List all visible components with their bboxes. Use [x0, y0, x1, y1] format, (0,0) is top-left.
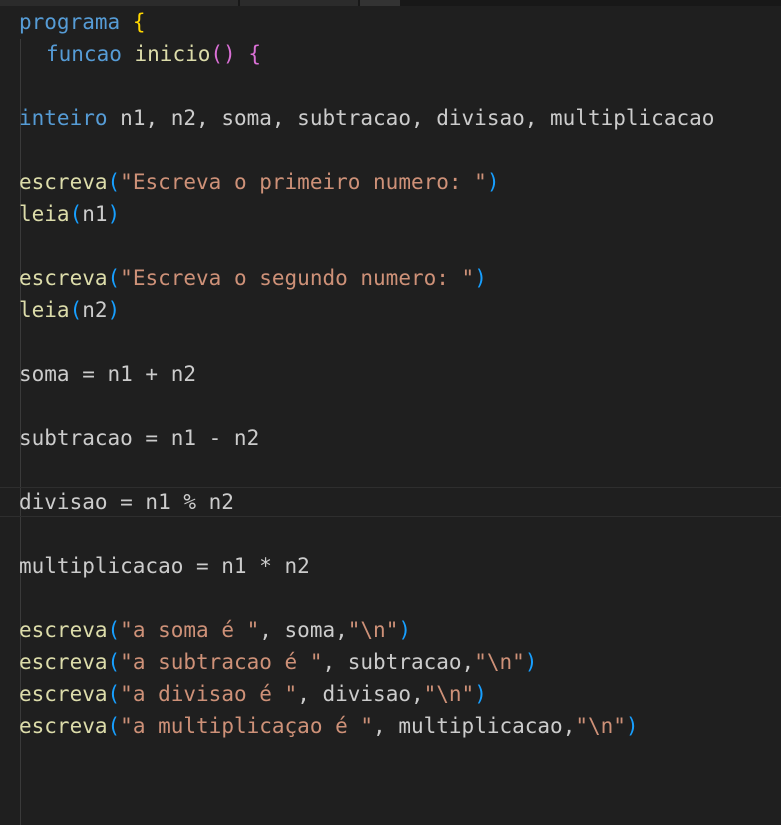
paren-close: ) — [524, 650, 538, 674]
code-line-1: programa { — [19, 6, 781, 38]
function-call: escreva — [19, 170, 108, 194]
paren-open: ( — [69, 298, 83, 322]
brace-open: { — [132, 10, 146, 34]
code-line-20: escreva("a soma é ", soma,"\n") — [19, 614, 781, 646]
code-line-4: inteiro n1, n2, soma, subtracao, divisao… — [19, 102, 781, 134]
string-literal: "a subtracao é " — [120, 650, 323, 674]
keyword-inteiro: inteiro — [19, 106, 108, 130]
string-literal: "\n" — [347, 618, 399, 642]
argument: , multiplicacao, — [373, 714, 576, 738]
function-call: escreva — [19, 618, 108, 642]
statement: multiplicacao = n1 * n2 — [19, 554, 310, 578]
paren-close: ) — [398, 618, 411, 642]
statement: soma = n1 + n2 — [19, 362, 197, 386]
code-line-2: funcao inicio() { — [19, 38, 781, 70]
paren-close: ) — [223, 42, 236, 66]
keyword-funcao: funcao — [46, 42, 122, 66]
paren-open: ( — [107, 618, 121, 642]
paren-open: ( — [69, 202, 83, 226]
code-line-18: multiplicacao = n1 * n2 — [19, 550, 781, 582]
argument: n1 — [82, 202, 108, 226]
statement: divisao = n1 % n2 — [19, 490, 234, 514]
paren-open: ( — [107, 170, 121, 194]
code-editor[interactable]: programa { funcao inicio() { inteiro n1,… — [0, 6, 781, 742]
string-literal: "a multiplicaçao é " — [120, 714, 374, 738]
string-literal: "Escreva o primeiro numero: " — [120, 170, 487, 194]
paren-close: ) — [474, 682, 487, 706]
function-name: inicio — [134, 42, 211, 66]
function-call: leia — [19, 298, 70, 322]
code-line-7: leia(n1) — [19, 198, 781, 230]
string-literal: "a divisao é " — [120, 682, 298, 706]
paren-close: ) — [107, 202, 121, 226]
current-line: divisao = n1 % n2 — [0, 486, 781, 518]
string-literal: "a soma é " — [120, 618, 260, 642]
function-call: escreva — [19, 714, 108, 738]
keyword-programa: programa — [19, 10, 121, 34]
paren-open: ( — [107, 682, 121, 706]
paren-close: ) — [486, 170, 500, 194]
argument: , soma, — [259, 618, 348, 642]
argument: , subtracao, — [322, 650, 475, 674]
paren-open: ( — [210, 42, 224, 66]
code-line-22: escreva("a divisao é ", divisao,"\n") — [19, 678, 781, 710]
statement: subtracao = n1 - n2 — [19, 426, 260, 450]
paren-open: ( — [107, 650, 121, 674]
variable-list: n1, n2, soma, subtracao, divisao, multip… — [120, 106, 715, 130]
code-line-23: escreva("a multiplicaçao é ", multiplica… — [19, 710, 781, 742]
argument: , divisao, — [297, 682, 424, 706]
code-line-12: soma = n1 + n2 — [19, 358, 781, 390]
string-literal: "\n" — [423, 682, 475, 706]
function-call: leia — [19, 202, 70, 226]
paren-close: ) — [474, 266, 487, 290]
string-literal: "\n" — [575, 714, 626, 738]
code-line-21: escreva("a subtracao é ", subtracao,"\n"… — [19, 646, 781, 678]
string-literal: "Escreva o segundo numero: " — [120, 266, 475, 290]
argument: n2 — [82, 298, 108, 322]
paren-open: ( — [107, 266, 121, 290]
brace-open: { — [248, 42, 261, 66]
code-line-9: escreva("Escreva o segundo numero: ") — [19, 262, 781, 294]
paren-close: ) — [625, 714, 639, 738]
function-call: escreva — [19, 650, 108, 674]
paren-close: ) — [107, 298, 121, 322]
code-line-6: escreva("Escreva o primeiro numero: ") — [19, 166, 781, 198]
function-call: escreva — [19, 266, 108, 290]
function-call: escreva — [19, 682, 108, 706]
paren-open: ( — [107, 714, 121, 738]
code-line-14: subtracao = n1 - n2 — [19, 422, 781, 454]
code-line-10: leia(n2) — [19, 294, 781, 326]
string-literal: "\n" — [474, 650, 525, 674]
